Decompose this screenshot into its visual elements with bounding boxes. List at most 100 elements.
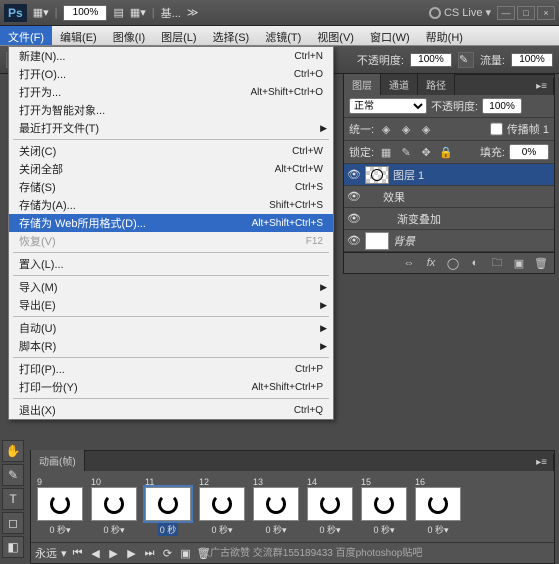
menuitem[interactable]: 导出(E)▶ [9,296,333,314]
menuitem: 恢复(V)F12 [9,232,333,250]
lock-all-icon[interactable]: 🔒 [438,145,454,159]
fx-icon[interactable]: fx [423,256,439,270]
layer-row[interactable]: 👁图层 1 [344,164,554,186]
layer-opacity-input[interactable] [482,98,522,114]
panel-menu-icon[interactable]: ▸≡ [530,454,554,471]
maximize-button[interactable]: □ [517,6,535,20]
menu-6[interactable]: 视图(V) [309,26,362,45]
layer-row[interactable]: 👁渐变叠加 [344,208,554,230]
group-icon[interactable]: 🗀 [489,256,505,270]
flow-input[interactable] [511,53,553,67]
tab-路径[interactable]: 路径 [418,74,455,95]
first-frame-button[interactable]: ⏮ [71,547,85,559]
menuitem[interactable]: 存储(S)Ctrl+S [9,178,333,196]
loop-select[interactable]: 永远 [35,545,57,561]
animation-frame[interactable]: 110 秒 [143,477,193,536]
menuitem[interactable]: 存储为 Web所用格式(D)...Alt+Shift+Ctrl+S [9,214,333,232]
layers-panel: 图层通道路径▸≡ 正常 不透明度: 统一: ◈ ◈ ◈ 传播帧 1 锁定: ▦ … [343,74,555,274]
minimize-button[interactable]: — [497,6,515,20]
new-layer-icon[interactable]: ▣ [511,256,527,270]
menu-1[interactable]: 编辑(E) [52,26,105,45]
propagate-checkbox[interactable] [490,121,503,137]
next-frame-button[interactable]: ▶ [125,547,139,559]
visibility-icon[interactable]: 👁 [347,190,361,203]
tween-button[interactable]: ⟳ [161,547,175,559]
animation-frame[interactable]: 150 秒▾ [359,477,409,536]
opacity-input[interactable] [410,53,452,67]
lock-position-icon[interactable]: ✥ [418,145,434,159]
adjustment-icon[interactable]: ◐ [467,256,483,270]
titlebar-icon[interactable]: ▦▾ [33,6,49,19]
tab-通道[interactable]: 通道 [381,74,418,95]
visibility-icon[interactable]: 👁 [347,168,361,181]
tab-animation[interactable]: 动画(帧) [31,450,85,471]
visibility-icon[interactable]: 👁 [347,234,361,247]
menuitem[interactable]: 打开为智能对象... [9,101,333,119]
menuitem[interactable]: 打印(P)...Ctrl+P [9,360,333,378]
expand-icon[interactable]: ≫ [187,6,199,19]
menuitem[interactable]: 打开为...Alt+Shift+Ctrl+O [9,83,333,101]
menuitem[interactable]: 关闭(C)Ctrl+W [9,142,333,160]
new-frame-button[interactable]: ▣ [179,547,193,559]
animation-frame[interactable]: 100 秒▾ [89,477,139,536]
lock-transparent-icon[interactable]: ▦ [378,145,394,159]
layer-thumb [365,232,389,250]
menuitem[interactable]: 新建(N)...Ctrl+N [9,47,333,65]
menuitem[interactable]: 打印一份(Y)Alt+Shift+Ctrl+P [9,378,333,396]
unify-visibility-icon[interactable]: ◈ [398,122,414,136]
last-frame-button[interactable]: ⏭ [143,547,157,559]
menu-3[interactable]: 图层(L) [153,26,204,45]
mask-icon[interactable]: ◯ [445,256,461,270]
layer-row[interactable]: 👁效果 [344,186,554,208]
animation-panel: 动画(帧) ▸≡ 90 秒▾100 秒▾110 秒120 秒▾130 秒▾140 … [30,450,555,564]
animation-frame[interactable]: 90 秒▾ [35,477,85,536]
menuitem[interactable]: 关闭全部Alt+Ctrl+W [9,160,333,178]
menu-7[interactable]: 窗口(W) [362,26,418,45]
lock-image-icon[interactable]: ✎ [398,145,414,159]
menu-0[interactable]: 文件(F) [0,26,52,45]
layer-thumb [365,166,389,184]
titlebar-tool-icon[interactable]: ▦▾ [130,6,146,19]
menu-4[interactable]: 选择(S) [205,26,258,45]
type-tool[interactable]: T [2,488,24,510]
zoom-input[interactable] [63,5,107,21]
menu-8[interactable]: 帮助(H) [418,26,471,45]
panel-menu-icon[interactable]: ▸≡ [530,78,554,95]
animation-frame[interactable]: 160 秒▾ [413,477,463,536]
menuitem[interactable]: 脚本(R)▶ [9,337,333,355]
link-layers-icon[interactable]: ⇔ [401,256,417,270]
layer-row[interactable]: 👁背景 [344,230,554,252]
cslive-button[interactable]: CS Live▾ [429,6,491,19]
play-button[interactable]: ▶ [107,547,121,559]
blend-mode-select[interactable]: 正常 [349,98,427,114]
menuitem[interactable]: 最近打开文件(T)▶ [9,119,333,137]
visibility-icon[interactable]: 👁 [347,212,361,225]
menuitem[interactable]: 打开(O)...Ctrl+O [9,65,333,83]
hand-tool[interactable]: ✋ [2,440,24,462]
menu-2[interactable]: 图像(I) [105,26,153,45]
menuitem[interactable]: 置入(L)... [9,255,333,273]
menuitem[interactable]: 导入(M)▶ [9,278,333,296]
tab-图层[interactable]: 图层 [344,74,381,95]
prev-frame-button[interactable]: ◀ [89,547,103,559]
brush-tool[interactable]: ✎ [2,464,24,486]
menuitem[interactable]: 存储为(A)...Shift+Ctrl+S [9,196,333,214]
unify-position-icon[interactable]: ◈ [378,122,394,136]
animation-frame[interactable]: 130 秒▾ [251,477,301,536]
unify-style-icon[interactable]: ◈ [418,122,434,136]
shape-tool[interactable]: ◻ [2,512,24,534]
menu-5[interactable]: 滤镜(T) [257,26,309,45]
color-swatch[interactable]: ◧ [2,536,24,558]
delete-frame-button[interactable]: 🗑 [197,547,211,559]
unify-label: 统一: [349,121,374,137]
animation-frame[interactable]: 120 秒▾ [197,477,247,536]
delete-layer-icon[interactable]: 🗑 [533,256,549,270]
pressure-opacity-icon[interactable]: ✎ [458,52,474,68]
close-button[interactable]: × [537,6,555,20]
menuitem[interactable]: 退出(X)Ctrl+Q [9,401,333,419]
menuitem[interactable]: 自动(U)▶ [9,319,333,337]
fill-input[interactable] [509,144,549,160]
fill-label: 填充: [480,144,505,160]
titlebar-tool-icon[interactable]: ▤ [113,6,123,19]
animation-frame[interactable]: 140 秒▾ [305,477,355,536]
